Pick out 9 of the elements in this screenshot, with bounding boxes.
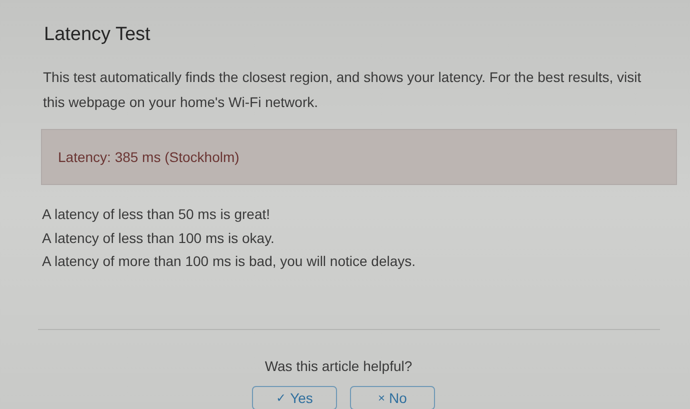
guideline-text: A latency of less than 50 ms is great! <box>42 205 272 224</box>
feedback-question: Was this article helpful? <box>264 358 414 374</box>
feedback-button[interactable]: × No <box>350 386 435 409</box>
feedback-button[interactable]: ✓ Yes <box>252 386 337 409</box>
latency-result: Latency: 385 ms (Stockholm) <box>58 149 240 165</box>
guideline-text: A latency of more than 100 ms is bad, you will notice delays. <box>42 252 417 271</box>
guideline-text: A latency of less than 100 ms is okay. <box>42 228 276 248</box>
page-title: Latency Test <box>44 24 152 46</box>
intro-text: This test automatically finds the closest region, and shows your latency. For the best results, visit this webpage on your home's Wi-Fi network. <box>43 68 642 112</box>
